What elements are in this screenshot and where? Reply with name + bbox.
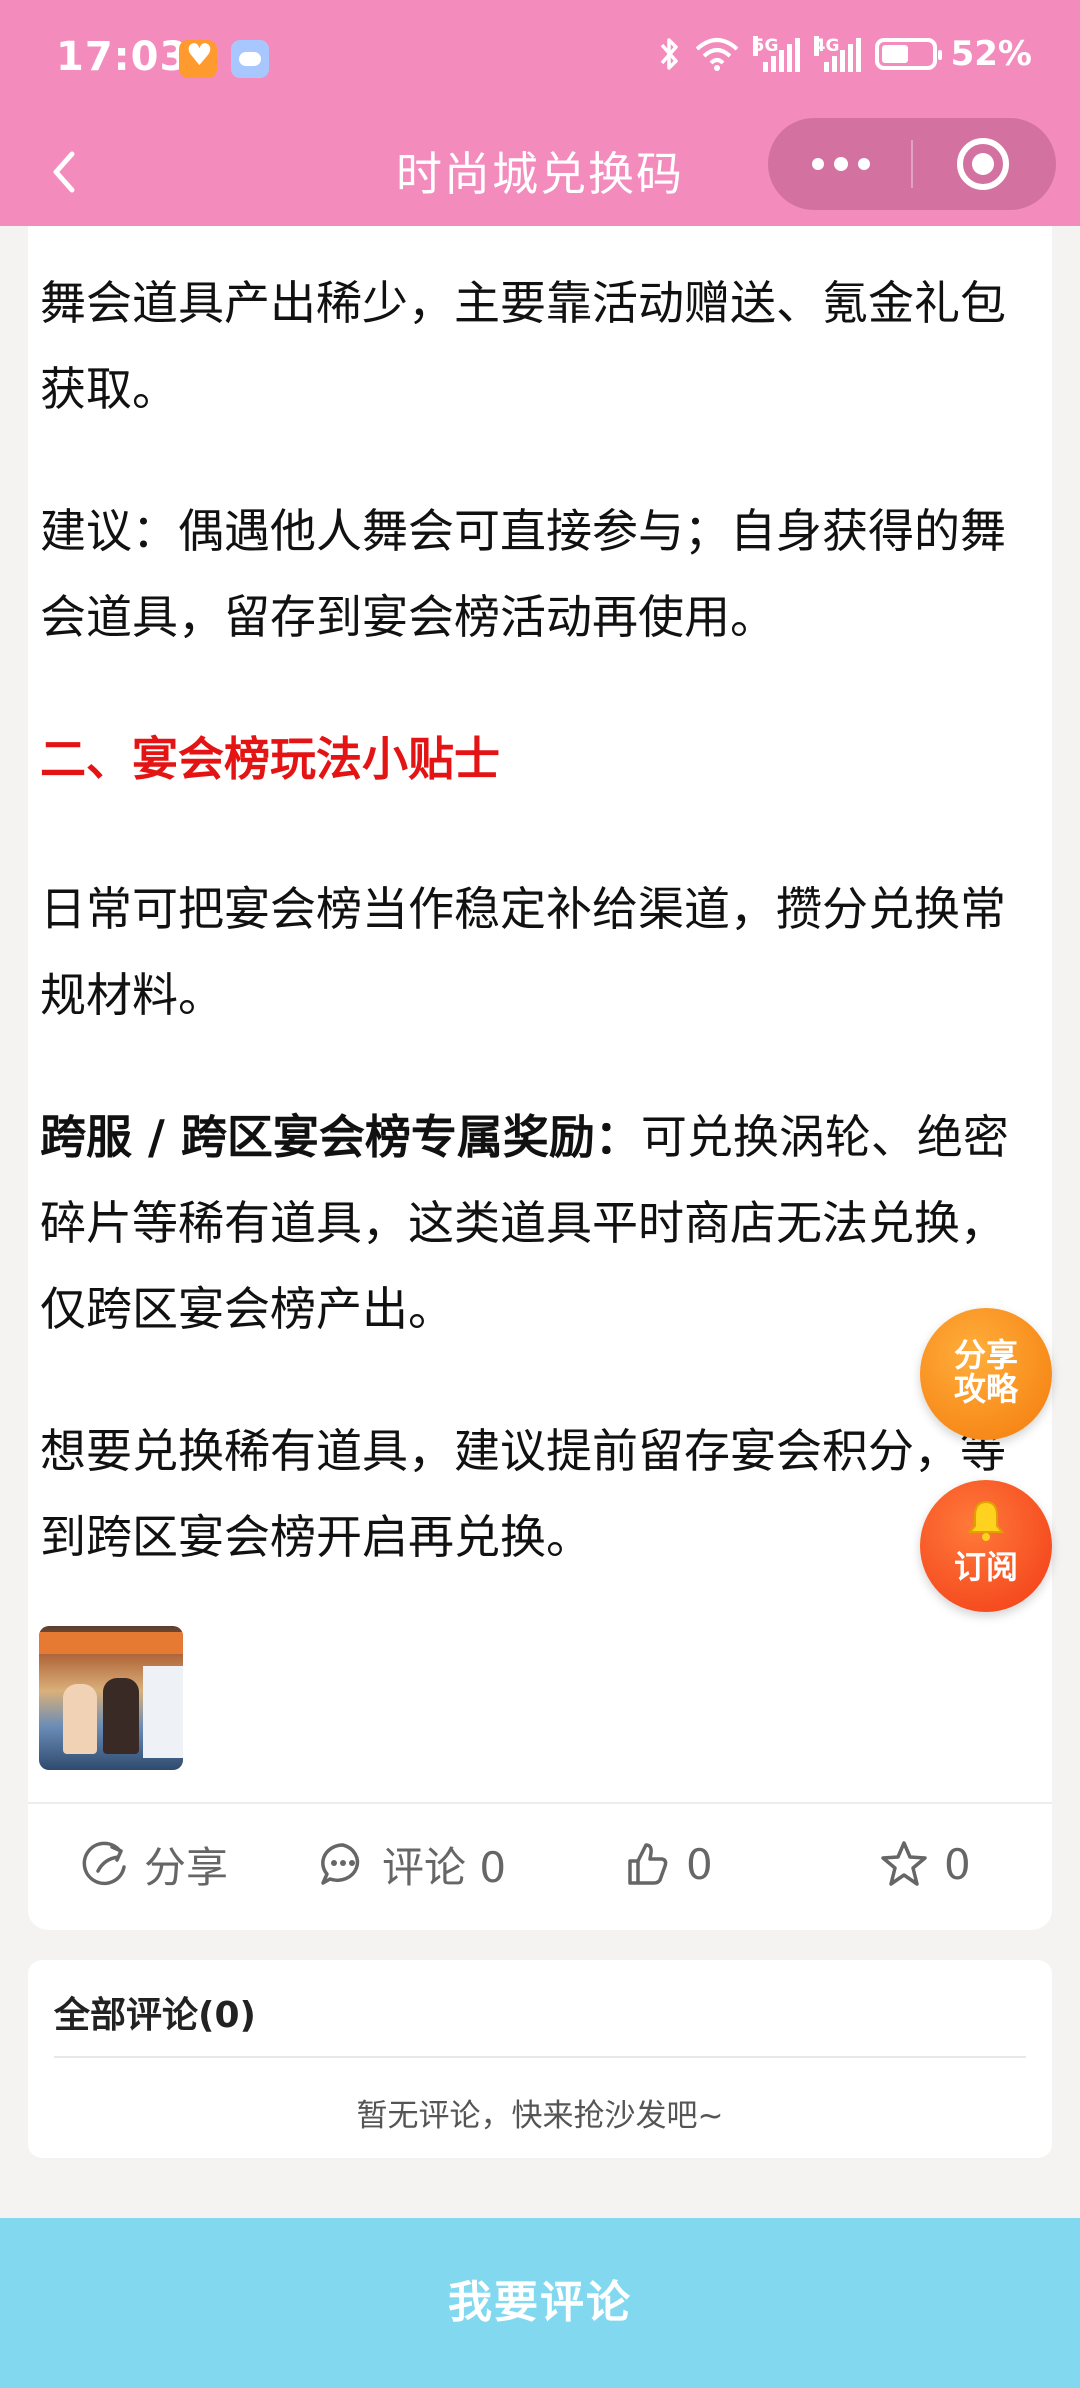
comment-button[interactable]: 评论 0 — [318, 1834, 506, 1894]
subscribe-button[interactable]: 订阅 — [920, 1480, 1052, 1612]
article-thumbnail-image[interactable] — [39, 1626, 183, 1770]
bottom-comment-bar: 我要评论 — [0, 2218, 1080, 2388]
close-mini-program-button[interactable] — [913, 118, 1056, 210]
wifi-icon — [695, 38, 738, 71]
battery-percent: 52% — [950, 34, 1032, 74]
comments-empty-state: 暂无评论，快来抢沙发吧~ — [356, 2098, 724, 2134]
article-paragraph: 建议：偶遇他人舞会可直接参与；自身获得的舞会道具，留存到宴会榜活动再使用。 — [40, 504, 1006, 644]
network-4g-label: 4G — [813, 36, 840, 56]
comment-icon — [321, 1843, 360, 1885]
thumbs-up-icon — [628, 1843, 668, 1885]
share-button[interactable]: 分享 — [80, 1834, 228, 1894]
signal-5g-icon: 5G — [752, 36, 800, 72]
share-guide-button[interactable]: 分享 攻略 — [920, 1308, 1052, 1440]
app-notification-bot-icon — [231, 40, 269, 78]
share-guide-label-line1: 分享 — [953, 1336, 1018, 1374]
status-bar: 17:03 5G 4G 52% — [0, 0, 1080, 118]
article-action-bar: 分享 评论 0 0 0 — [28, 1804, 1052, 1930]
comments-title: 全部评论(0) — [54, 1995, 256, 2036]
article-card: 舞会道具产出稀少，主要靠活动赠送、氪金礼包获取。 建议：偶遇他人舞会可直接参与；… — [28, 226, 1052, 1930]
article-paragraph: 想要兑换稀有道具，建议提前留存宴会积分，等到跨区宴会榜开启再兑换。 — [40, 1424, 1006, 1564]
thumbnail-figure — [103, 1678, 139, 1754]
comment-count-label: 评论 0 — [382, 1842, 507, 1892]
signal-4g-icon: 4G — [813, 36, 861, 72]
paragraph-bold-lead: 跨服 / 跨区宴会榜专属奖励： — [40, 1110, 641, 1164]
favorite-count: 0 — [944, 1839, 971, 1889]
comments-section: 全部评论(0) 暂无评论，快来抢沙发吧~ — [28, 1960, 1052, 2158]
comments-divider — [54, 2056, 1026, 2058]
share-guide-label-line2: 攻略 — [953, 1370, 1018, 1408]
star-icon — [881, 1841, 927, 1886]
favorite-button[interactable]: 0 — [878, 1834, 971, 1894]
thumbnail-figure — [63, 1684, 97, 1754]
app-notification-heart-icon — [179, 38, 217, 78]
status-time: 17:03 — [56, 34, 189, 80]
section-title: 二、宴会榜玩法小贴士 — [40, 732, 500, 786]
article-paragraph: 跨服 / 跨区宴会榜专属奖励：可兑换涡轮、绝密碎片等稀有道具，这类道具平时商店无… — [40, 1094, 1040, 1352]
article-paragraph: 日常可把宴会榜当作稳定补给渠道，攒分兑换常规材料。 — [40, 882, 1006, 1022]
thumbnail-panel — [143, 1666, 183, 1758]
more-options-button[interactable] — [768, 118, 911, 210]
subscribe-label: 订阅 — [953, 1548, 1018, 1586]
article-paragraph: 舞会道具产出稀少，主要靠活动赠送、氪金礼包获取。 — [40, 276, 1006, 416]
title-bar: 时尚城兑换码 — [0, 118, 1080, 226]
network-5g-label: 5G — [752, 36, 779, 56]
thumbnail-banner — [39, 1632, 183, 1654]
status-indicators: 5G 4G 52% — [659, 34, 1032, 74]
share-label: 分享 — [144, 1842, 229, 1892]
share-icon — [82, 1841, 126, 1886]
bell-icon — [967, 1500, 1005, 1541]
mini-program-capsule — [768, 118, 1056, 210]
battery-icon — [874, 38, 942, 70]
bluetooth-icon — [660, 38, 678, 70]
target-icon-dot — [972, 153, 994, 175]
like-button[interactable]: 0 — [622, 1834, 713, 1894]
like-count: 0 — [686, 1839, 713, 1889]
write-comment-button[interactable]: 我要评论 — [0, 2218, 1080, 2388]
top-bar: 17:03 5G 4G 52% — [0, 0, 1080, 226]
